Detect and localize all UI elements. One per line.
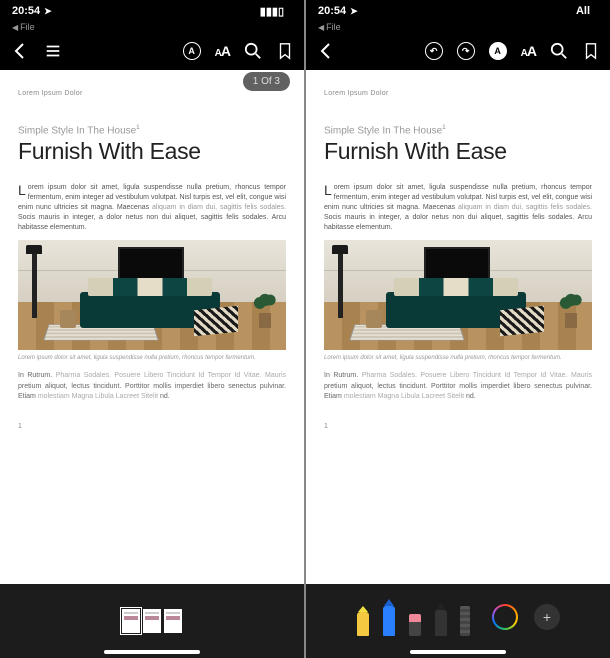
doc-image	[324, 240, 592, 350]
subheader-label: File	[20, 22, 35, 32]
device-left: 20:54 ➤ ▮▮▮▯ ◀ File A AA 1 Of 3 Lorem Ip…	[0, 0, 304, 658]
add-tool-button[interactable]: +	[534, 604, 560, 630]
doc-body-2: In Rutrum. Pharma Sodales. Posuere Liber…	[18, 371, 286, 403]
status-time: 20:54	[12, 5, 40, 17]
search-icon[interactable]	[550, 42, 568, 60]
location-icon: ➤	[44, 6, 52, 17]
undo-icon[interactable]: ↶	[425, 42, 443, 60]
subheader-arrow-icon: ◀	[318, 23, 324, 32]
document-page[interactable]: Lorem Ipsum Dolor Simple Style In The Ho…	[0, 70, 304, 584]
doc-title: Furnish With Ease	[18, 138, 286, 165]
bookmark-icon[interactable]	[276, 42, 294, 60]
toolbar: A AA	[0, 34, 304, 68]
page-badge: 1 Of 3	[243, 72, 290, 91]
toolbar: ↶ ↷ A AA	[306, 34, 610, 68]
status-bar: 20:54 ➤ ▮▮▮▯	[0, 0, 304, 20]
list-icon[interactable]	[44, 42, 62, 60]
bookmark-icon[interactable]	[582, 42, 600, 60]
theme-icon[interactable]: A	[183, 42, 201, 60]
home-indicator[interactable]	[410, 650, 506, 654]
doc-title: Furnish With Ease	[324, 138, 592, 165]
redo-icon[interactable]: ↷	[457, 42, 475, 60]
doc-body-1: Lorem ipsum dolor sit amet, ligula suspe…	[18, 183, 286, 232]
document-page[interactable]: Lorem Ipsum Dolor Simple Style In The Ho…	[306, 70, 610, 584]
search-icon[interactable]	[244, 42, 262, 60]
highlighter-tool[interactable]	[356, 606, 370, 636]
location-icon: ➤	[350, 6, 358, 17]
device-right: 20:54 ➤ All ◀ File ↶ ↷ A AA Lorem Ipsum …	[306, 0, 610, 658]
markup-tools: +	[356, 599, 560, 644]
status-carrier: All	[576, 5, 590, 17]
doc-image	[18, 240, 286, 350]
doc-body-2: In Rutrum. Pharma Sodales. Posuere Liber…	[324, 371, 592, 403]
status-bar: 20:54 ➤ All	[306, 0, 610, 20]
color-picker-button[interactable]	[492, 604, 518, 630]
status-time: 20:54	[318, 5, 346, 17]
theme-icon[interactable]: A	[489, 42, 507, 60]
doc-body-1: Lorem ipsum dolor sit amet, ligula suspe…	[324, 183, 592, 232]
back-icon[interactable]	[316, 41, 336, 61]
thumb-3[interactable]	[164, 609, 182, 633]
doc-kicker: Lorem Ipsum Dolor	[18, 90, 286, 97]
subheader-label: File	[326, 22, 341, 32]
subheader[interactable]: ◀ File	[0, 20, 304, 34]
doc-pagenum: 1	[324, 423, 592, 430]
font-size-icon[interactable]: AA	[521, 43, 536, 59]
signal-icon: ▮▮▮▯	[260, 5, 284, 18]
thumb-2[interactable]	[143, 609, 161, 633]
eraser-tool[interactable]	[408, 614, 422, 636]
doc-subtitle: Simple Style In The House1	[18, 125, 286, 136]
doc-caption: Lorem ipsum dolor sit amet, ligula suspe…	[18, 355, 286, 361]
home-indicator[interactable]	[104, 650, 200, 654]
doc-subtitle: Simple Style In The House1	[324, 125, 592, 136]
bottom-bar-tools: +	[306, 584, 610, 658]
back-icon[interactable]	[10, 41, 30, 61]
page-thumbnails	[122, 609, 182, 633]
ruler-tool[interactable]	[460, 606, 470, 636]
pencil-tool[interactable]	[434, 603, 448, 636]
doc-pagenum: 1	[18, 423, 286, 430]
doc-caption: Lorem ipsum dolor sit amet, ligula suspe…	[324, 355, 592, 361]
pen-tool[interactable]	[382, 599, 396, 636]
subheader[interactable]: ◀ File	[306, 20, 610, 34]
font-size-icon[interactable]: AA	[215, 43, 230, 59]
bottom-bar-thumbs	[0, 584, 304, 658]
thumb-1[interactable]	[122, 609, 140, 633]
subheader-arrow-icon: ◀	[12, 23, 18, 32]
doc-kicker: Lorem Ipsum Dolor	[324, 90, 592, 97]
